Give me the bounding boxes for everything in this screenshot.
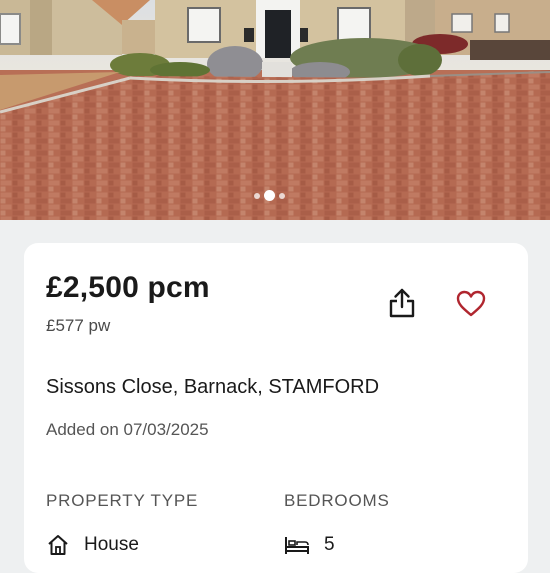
house-icon	[48, 535, 68, 555]
address: Sissons Close, Barnack, STAMFORD	[46, 376, 380, 398]
share-button[interactable]	[384, 285, 420, 321]
property-photo[interactable]	[0, 0, 550, 220]
property-type-label: PROPERTY TYPE	[46, 491, 199, 510]
carousel-dots[interactable]	[254, 190, 285, 201]
property-type-value-row: House	[46, 533, 139, 557]
carousel-dot[interactable]	[254, 192, 260, 199]
property-type-value: House	[84, 534, 139, 555]
heart-icon	[456, 290, 486, 317]
carousel-dot[interactable]	[279, 192, 285, 199]
favourite-button[interactable]	[452, 285, 490, 321]
added-date: Added on 07/03/2025	[46, 420, 209, 439]
share-icon	[389, 288, 415, 318]
price-weekly: £577 pw	[46, 316, 111, 335]
listing-card: £2,500 pcm £577 pw Sissons Close, Barnac…	[24, 243, 528, 573]
bed-icon	[285, 537, 309, 554]
bedrooms-value: 5	[324, 534, 335, 555]
carousel-dot-active[interactable]	[264, 190, 275, 201]
bedrooms-label: BEDROOMS	[284, 491, 390, 510]
photo-image	[0, 0, 550, 220]
bedrooms-value-row: 5	[284, 533, 335, 557]
price: £2,500 pcm	[46, 271, 210, 304]
